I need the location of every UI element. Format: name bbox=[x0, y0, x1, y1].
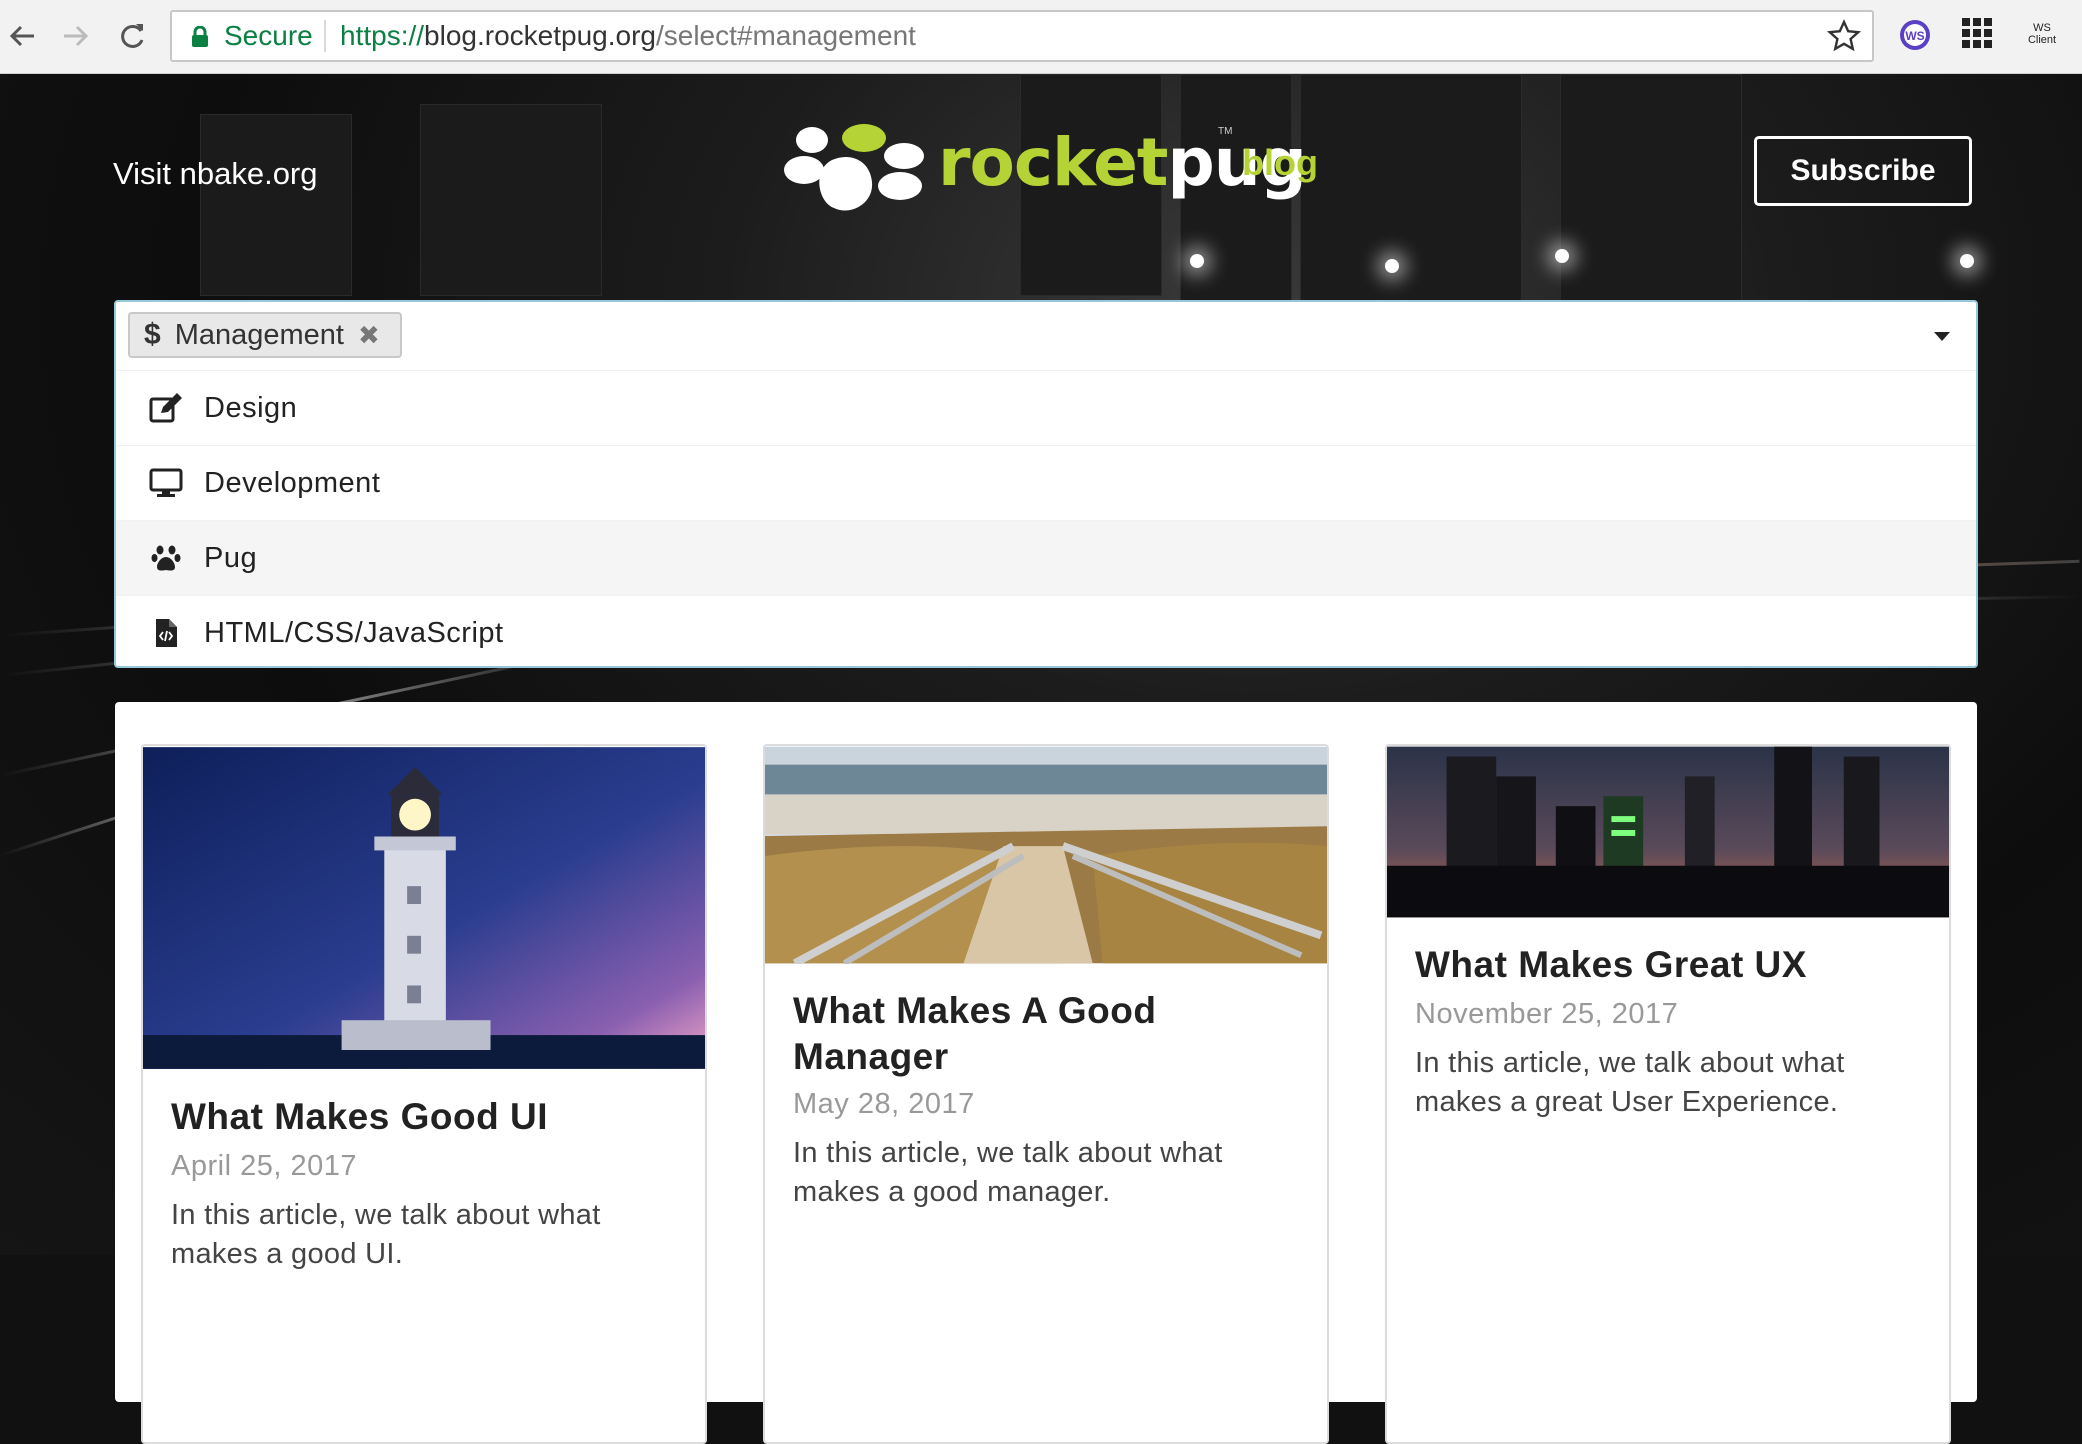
address-bar[interactable]: Secure https://blog.rocketpug.org/select… bbox=[170, 10, 1874, 62]
paw-icon bbox=[146, 544, 186, 572]
article-title[interactable]: What Makes Great UX bbox=[1415, 942, 1807, 988]
street-light bbox=[1385, 259, 1399, 273]
street-light bbox=[1190, 254, 1204, 268]
secure-label: Secure bbox=[224, 20, 313, 51]
paw-logo-icon bbox=[784, 124, 924, 211]
address-separator bbox=[324, 20, 326, 52]
desktop-icon bbox=[146, 468, 186, 498]
apps-grid-icon[interactable] bbox=[1962, 18, 1992, 48]
ws-client-line1: WS bbox=[2033, 22, 2051, 34]
forward-button[interactable] bbox=[56, 16, 96, 56]
svg-text:WS: WS bbox=[1905, 29, 1924, 43]
url-host: blog.rocketpug.org bbox=[424, 20, 656, 51]
lighthouse-image bbox=[143, 747, 705, 1069]
street-light bbox=[1555, 249, 1569, 263]
bookmark-star-icon[interactable] bbox=[1826, 18, 1862, 54]
forward-arrow-icon bbox=[64, 25, 89, 47]
option-label: HTML/CSS/JavaScript bbox=[204, 616, 504, 649]
logo-rocket: rocket bbox=[938, 124, 1168, 201]
ws-client-line2: Client bbox=[2027, 34, 2057, 46]
rocketpug-logo[interactable]: rocketpug TM blog bbox=[782, 120, 1322, 220]
logo-blog: blog bbox=[1242, 142, 1318, 183]
article-card[interactable]: What Makes A Good Manager May 28, 2017 I… bbox=[763, 744, 1329, 1444]
background-building bbox=[420, 104, 602, 296]
article-description: In this article, we talk about what make… bbox=[793, 1137, 1223, 1208]
article-date: May 28, 2017 bbox=[793, 1088, 975, 1120]
option-development[interactable]: Development bbox=[116, 445, 1976, 520]
option-design[interactable]: Design bbox=[116, 370, 1976, 445]
logo-trademark: TM bbox=[1218, 126, 1233, 137]
article-card[interactable]: What Makes Good UI April 25, 2017 In thi… bbox=[141, 744, 707, 1444]
option-html-css-javascript[interactable]: HTML/CSS/JavaScript bbox=[116, 595, 1976, 670]
remove-chip-icon[interactable]: ✖ bbox=[358, 320, 380, 351]
beach-path-image bbox=[765, 746, 1327, 964]
visit-nbake-link[interactable]: Visit nbake.org bbox=[113, 156, 318, 192]
file-code-icon bbox=[146, 618, 186, 648]
reload-button[interactable] bbox=[112, 16, 152, 56]
reload-icon bbox=[121, 24, 144, 48]
back-button[interactable] bbox=[2, 16, 42, 56]
background-building bbox=[200, 114, 352, 296]
street-light bbox=[1960, 254, 1974, 268]
background-building bbox=[1300, 74, 1522, 336]
ws-client-extension[interactable]: WS Client bbox=[2020, 22, 2064, 46]
article-card[interactable]: What Makes Great UX November 25, 2017 In… bbox=[1385, 744, 1951, 1444]
article-title[interactable]: What Makes A Good Manager bbox=[793, 988, 1303, 1080]
dollar-icon: $ bbox=[144, 318, 161, 351]
browser-toolbar: Secure https://blog.rocketpug.org/select… bbox=[0, 0, 2082, 74]
option-label: Development bbox=[204, 466, 381, 499]
category-select[interactable]: $ Management ✖ Design Development Pug HT… bbox=[114, 300, 1978, 668]
background-building bbox=[1560, 74, 1742, 306]
article-title[interactable]: What Makes Good UI bbox=[171, 1094, 548, 1140]
dropdown-caret-icon[interactable] bbox=[1934, 332, 1950, 341]
selected-chip-label: Management bbox=[174, 318, 344, 351]
option-label: Design bbox=[204, 391, 298, 424]
ws-extension-icon[interactable]: WS bbox=[1898, 18, 1932, 52]
option-label: Pug bbox=[204, 541, 258, 574]
lock-icon bbox=[192, 26, 208, 47]
article-date: April 25, 2017 bbox=[171, 1150, 357, 1182]
url-text[interactable]: https://blog.rocketpug.org/select#manage… bbox=[340, 20, 916, 52]
article-description: In this article, we talk about what make… bbox=[171, 1199, 601, 1270]
url-path: /select#management bbox=[655, 20, 916, 51]
back-arrow-icon bbox=[9, 25, 34, 47]
select-control[interactable]: $ Management ✖ bbox=[116, 302, 1976, 371]
subscribe-button[interactable]: Subscribe bbox=[1754, 136, 1972, 206]
option-pug[interactable]: Pug bbox=[116, 520, 1976, 595]
selected-chip-management[interactable]: $ Management ✖ bbox=[128, 312, 402, 358]
url-scheme: https:// bbox=[340, 20, 425, 51]
article-date: November 25, 2017 bbox=[1415, 998, 1679, 1030]
city-skyline-image bbox=[1387, 746, 1949, 918]
article-description: In this article, we talk about what make… bbox=[1415, 1047, 1845, 1118]
edit-icon bbox=[146, 393, 186, 423]
articles-panel: What Makes Good UI April 25, 2017 In thi… bbox=[115, 702, 1977, 1444]
